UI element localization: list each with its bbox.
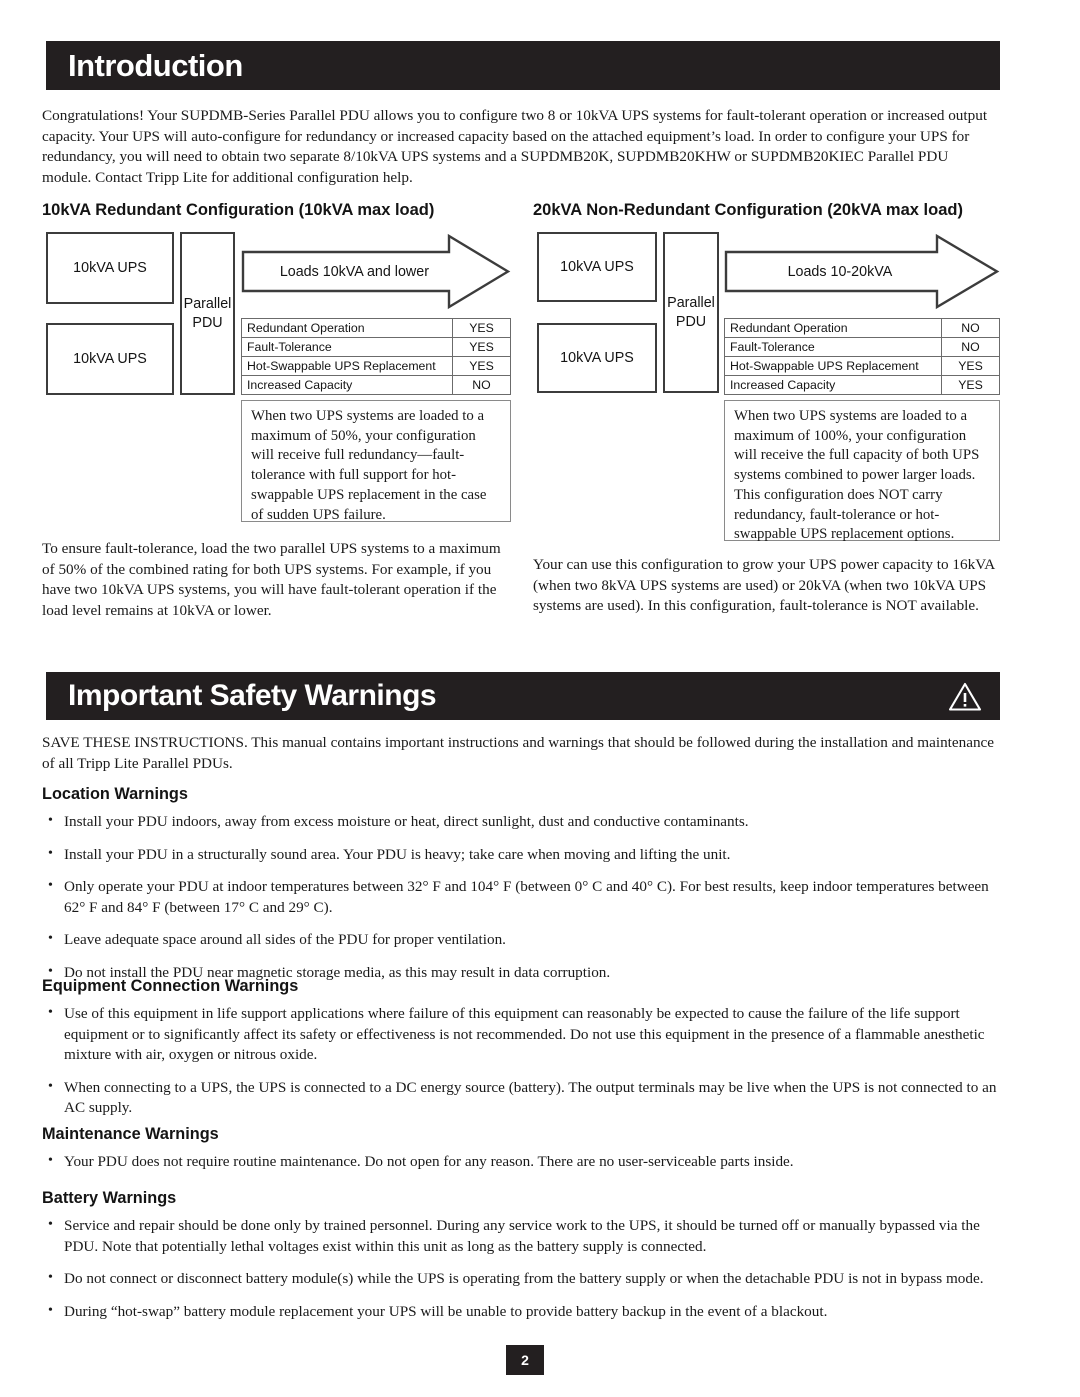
list-item: Your PDU does not require routine mainte… <box>42 1151 1000 1173</box>
spec-value: NO <box>452 375 511 395</box>
pdu-label-line1: Parallel <box>667 294 715 311</box>
table-row: Increased Capacity NO <box>241 375 511 395</box>
parallel-pdu-box-right: Parallel PDU <box>663 232 719 393</box>
config-title-redundant: 10kVA Redundant Configuration (10kVA max… <box>42 201 435 219</box>
load-arrow-right: Loads 10-20kVA <box>724 233 1000 310</box>
spec-value: YES <box>941 375 1000 395</box>
pdu-label-line2: PDU <box>675 313 707 330</box>
spec-label: Hot-Swappable UPS Replacement <box>241 356 453 376</box>
list-location-warnings: Install your PDU indoors, away from exce… <box>42 811 1000 996</box>
parallel-pdu-box-left: Parallel PDU <box>180 232 235 395</box>
spec-value: YES <box>452 356 511 376</box>
list-item: Install your PDU in a structurally sound… <box>42 844 1000 866</box>
load-arrow-label-right: Loads 10-20kVA <box>787 263 893 280</box>
document-page: Introduction Congratulations! Your SUPDM… <box>0 0 1080 1397</box>
safety-title: Important Safety Warnings <box>68 679 437 712</box>
save-instructions-paragraph: SAVE THESE INSTRUCTIONS. This manual con… <box>42 734 995 772</box>
ups-box-label: 10kVA UPS <box>560 259 634 275</box>
list-item: During “hot-swap” battery module replace… <box>42 1301 1000 1323</box>
spec-label: Increased Capacity <box>241 375 453 395</box>
spec-value: YES <box>452 337 511 357</box>
config-note-non-redundant: When two UPS systems are loaded to a max… <box>724 400 1000 542</box>
load-arrow-left: Loads 10kVA and lower <box>241 233 511 310</box>
warning-triangle-glyph <box>948 682 982 711</box>
table-row: Hot-Swappable UPS Replacement YES <box>724 356 1000 376</box>
spec-table-redundant: Redundant Operation YES Fault-Tolerance … <box>241 318 511 395</box>
section-header-introduction: Introduction <box>46 41 1000 90</box>
table-row: Increased Capacity YES <box>724 375 1000 395</box>
ups-box-label: 10kVA UPS <box>73 260 147 276</box>
table-row: Redundant Operation YES <box>241 318 511 338</box>
ups-box-left-top: 10kVA UPS <box>46 232 174 304</box>
pdu-label-line2: PDU <box>192 314 223 331</box>
ups-box-right-bottom: 10kVA UPS <box>537 323 657 393</box>
ups-box-left-bottom: 10kVA UPS <box>46 323 174 395</box>
load-arrow-label-left: Loads 10kVA and lower <box>279 263 429 280</box>
list-item: Install your PDU indoors, away from exce… <box>42 811 1000 833</box>
list-battery-warnings: Service and repair should be done only b… <box>42 1215 1000 1334</box>
introduction-title: Introduction <box>68 47 243 83</box>
warning-triangle-icon <box>948 681 982 712</box>
introduction-paragraph: Congratulations! Your SUPDMB-Series Para… <box>42 107 988 186</box>
spec-table-body: Redundant Operation YES Fault-Tolerance … <box>241 318 511 395</box>
heading-equipment-connection-warnings: Equipment Connection Warnings <box>42 977 299 995</box>
list-item: When connecting to a UPS, the UPS is con… <box>42 1077 1000 1119</box>
table-row: Fault-Tolerance YES <box>241 337 511 357</box>
spec-label: Redundant Operation <box>241 318 453 338</box>
spec-label: Increased Capacity <box>724 375 942 395</box>
table-row: Redundant Operation NO <box>724 318 1000 338</box>
list-item: Do not connect or disconnect battery mod… <box>42 1268 1000 1290</box>
spec-table-non-redundant: Redundant Operation NO Fault-Tolerance N… <box>724 318 1000 395</box>
page-number-badge: 2 <box>506 1345 544 1375</box>
spec-label: Fault-Tolerance <box>241 337 453 357</box>
list-item: Use of this equipment in life support ap… <box>42 1003 1000 1066</box>
list-equipment-connection-warnings: Use of this equipment in life support ap… <box>42 1003 1000 1131</box>
spec-value: YES <box>452 318 511 338</box>
table-row: Fault-Tolerance NO <box>724 337 1000 357</box>
spec-label: Fault-Tolerance <box>724 337 942 357</box>
config-note-redundant: When two UPS systems are loaded to a max… <box>241 400 511 523</box>
config-title-non-redundant: 20kVA Non-Redundant Configuration (20kVA… <box>533 201 963 219</box>
heading-location-warnings: Location Warnings <box>42 785 188 803</box>
config-paragraph-non-redundant: Your can use this configuration to grow … <box>533 556 995 615</box>
spec-value: NO <box>941 318 1000 338</box>
section-header-safety: Important Safety Warnings <box>46 672 1000 720</box>
list-item: Leave adequate space around all sides of… <box>42 929 1000 951</box>
spec-value: YES <box>941 356 1000 376</box>
heading-maintenance-warnings: Maintenance Warnings <box>42 1125 219 1143</box>
list-maintenance-warnings: Your PDU does not require routine mainte… <box>42 1151 1000 1185</box>
spec-label: Hot-Swappable UPS Replacement <box>724 356 942 376</box>
ups-box-label: 10kVA UPS <box>560 350 634 366</box>
spec-table-body: Redundant Operation NO Fault-Tolerance N… <box>724 318 1000 395</box>
pdu-label-line1: Parallel <box>183 295 232 312</box>
heading-battery-warnings: Battery Warnings <box>42 1189 177 1207</box>
list-item: Service and repair should be done only b… <box>42 1215 1000 1257</box>
ups-box-right-top: 10kVA UPS <box>537 232 657 302</box>
config-paragraph-redundant: To ensure fault-tolerance, load the two … <box>42 540 501 619</box>
list-item: Only operate your PDU at indoor temperat… <box>42 876 1000 918</box>
ups-box-label: 10kVA UPS <box>73 351 147 367</box>
table-row: Hot-Swappable UPS Replacement YES <box>241 356 511 376</box>
spec-value: NO <box>941 337 1000 357</box>
spec-label: Redundant Operation <box>724 318 942 338</box>
